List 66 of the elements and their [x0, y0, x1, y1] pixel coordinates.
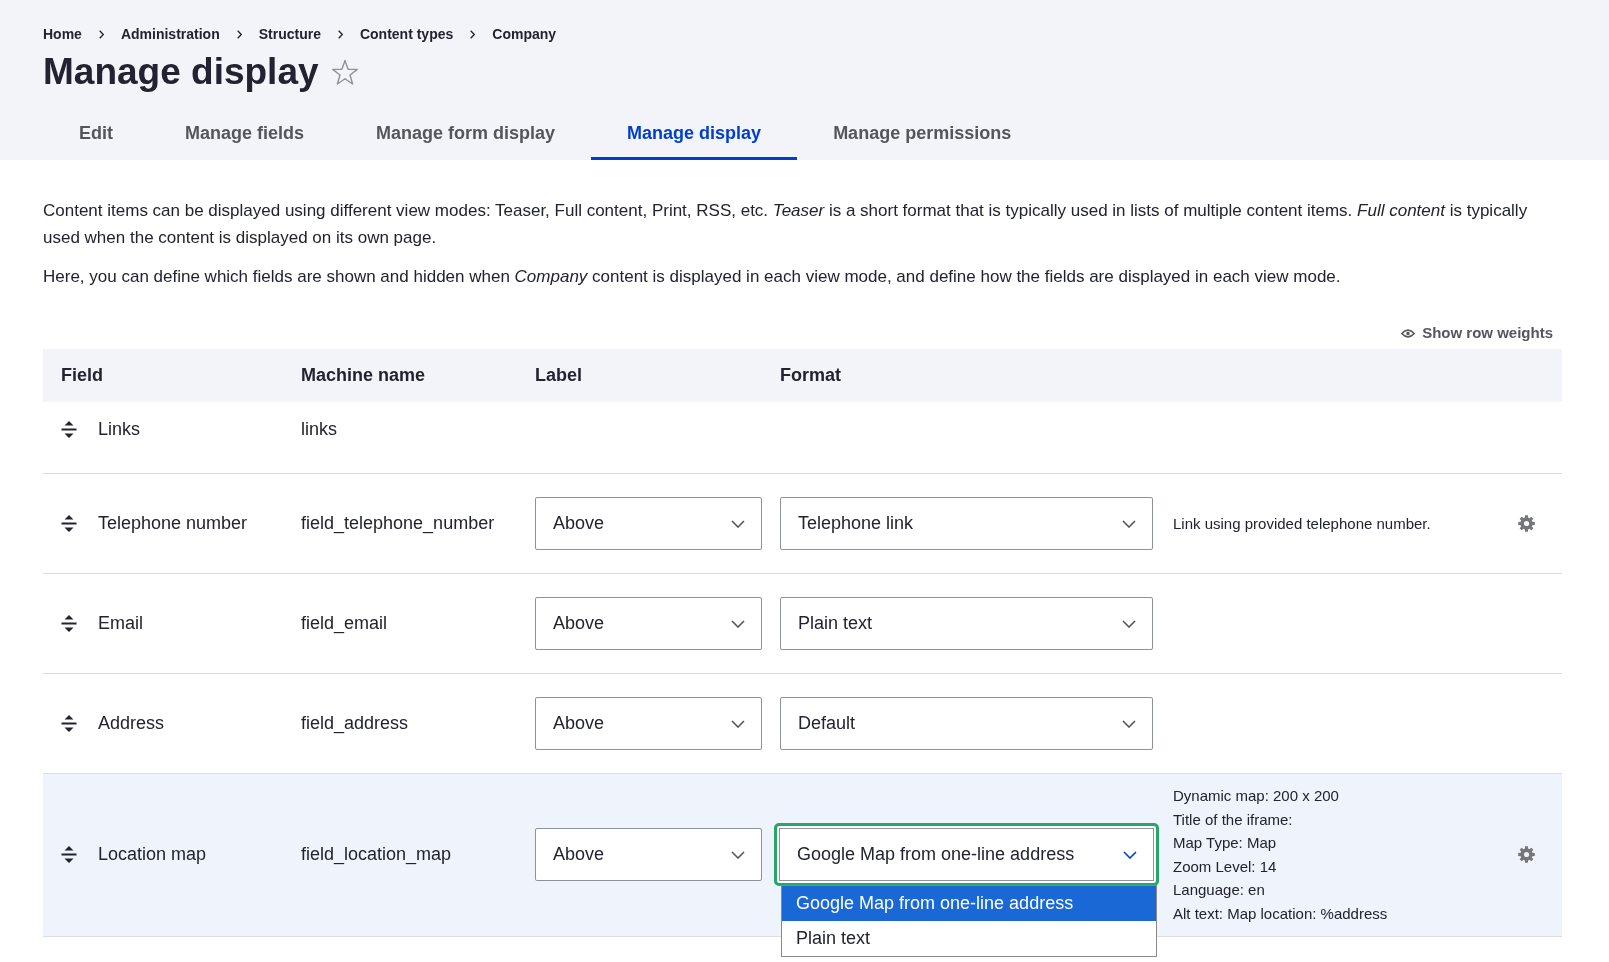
chevron-right-icon — [470, 29, 476, 39]
machine-name: field_address — [301, 713, 409, 733]
field-name: Location map — [98, 843, 207, 867]
summary-text: Language: en — [1173, 880, 1266, 901]
field-name: Telephone number — [98, 512, 248, 535]
label-select[interactable]: Above — [535, 697, 762, 750]
label-select[interactable]: Above — [535, 597, 762, 650]
description-text: Content items can be displayed using different view modes: Teaser, Full content, Print, RSS, etc. Teaser is a short format that is typically used in lists of multiple content items. Full content is typically used when the content is displayed on its own page. — [43, 200, 1529, 249]
gear-icon[interactable] — [1517, 846, 1535, 864]
tab[interactable]: Manage form display — [340, 110, 592, 160]
drag-handle-icon[interactable] — [61, 615, 77, 632]
chevron-down-icon — [1122, 619, 1136, 628]
format-select[interactable]: Plain text — [780, 597, 1153, 650]
description-text: Here, you can define which fields are shown and hidden when Company content is displayed in each view mode, and define how the fields are displayed in each view mode. — [43, 266, 1342, 288]
summary-text: Alt text: Map location: %address — [1173, 903, 1389, 924]
machine-name: field_location_map — [301, 844, 452, 865]
field-name: Links — [98, 418, 141, 441]
chevron-down-icon — [731, 619, 745, 628]
breadcrumb-link[interactable]: Home — [43, 23, 82, 45]
label-select[interactable]: Above — [535, 828, 762, 882]
gear-icon[interactable] — [1517, 515, 1535, 532]
drag-handle-icon[interactable] — [61, 515, 77, 532]
chevron-down-icon — [731, 719, 745, 728]
breadcrumb-link[interactable]: Administration — [120, 23, 220, 45]
breadcrumb-link[interactable]: Structure — [258, 23, 321, 45]
page-title: Manage display — [43, 50, 319, 94]
format-select[interactable]: Telephone link — [780, 497, 1153, 550]
chevron-down-icon — [1122, 719, 1136, 728]
chevron-right-icon — [98, 29, 104, 39]
format-select[interactable]: Default — [780, 697, 1153, 750]
drag-handle-icon[interactable] — [61, 846, 77, 864]
machine-name: field_email — [301, 613, 388, 633]
column-header: Format — [780, 365, 841, 385]
summary-text: Zoom Level: 14 — [1173, 856, 1278, 877]
eye-icon — [1401, 328, 1416, 338]
chevron-down-icon — [731, 850, 745, 859]
tab[interactable]: Edit — [43, 110, 149, 160]
summary-text: Title of the iframe: — [1173, 809, 1294, 830]
drag-handle-icon[interactable] — [61, 421, 77, 438]
dropdown-option[interactable]: Plain text — [782, 920, 1156, 956]
chevron-down-icon — [1123, 850, 1137, 859]
label-select[interactable]: Above — [535, 497, 762, 550]
column-header: Label — [535, 365, 582, 385]
drag-handle-icon[interactable] — [61, 715, 77, 732]
tab[interactable]: Manage permissions — [797, 110, 1048, 160]
chevron-right-icon — [236, 29, 242, 39]
column-header: Machine name — [301, 365, 426, 385]
summary-text: Dynamic map: 200 x 200 — [1173, 786, 1340, 806]
tab[interactable]: Manage display — [591, 110, 798, 160]
machine-name: field_telephone_number — [301, 513, 495, 533]
field-name: Email — [98, 612, 143, 635]
dropdown-option[interactable]: Google Map from one-line address — [782, 885, 1156, 921]
chevron-right-icon — [337, 29, 343, 39]
chevron-down-icon — [731, 519, 745, 528]
breadcrumb-link[interactable]: Company — [492, 23, 557, 45]
tab[interactable]: Manage fields — [149, 110, 341, 160]
summary-text: Map Type: Map — [1173, 833, 1278, 854]
field-name: Address — [98, 712, 165, 735]
column-header: Field — [61, 365, 103, 385]
summary-text: Link using provided telephone number. — [1173, 513, 1432, 534]
show-row-weights-link[interactable]: Show row weights — [1401, 323, 1553, 343]
format-select[interactable]: Google Map from one-line address — [774, 823, 1159, 887]
breadcrumb-link[interactable]: Content types — [359, 23, 454, 45]
star-icon[interactable] — [330, 58, 359, 86]
chevron-down-icon — [1122, 519, 1136, 528]
machine-name: links — [301, 419, 337, 439]
